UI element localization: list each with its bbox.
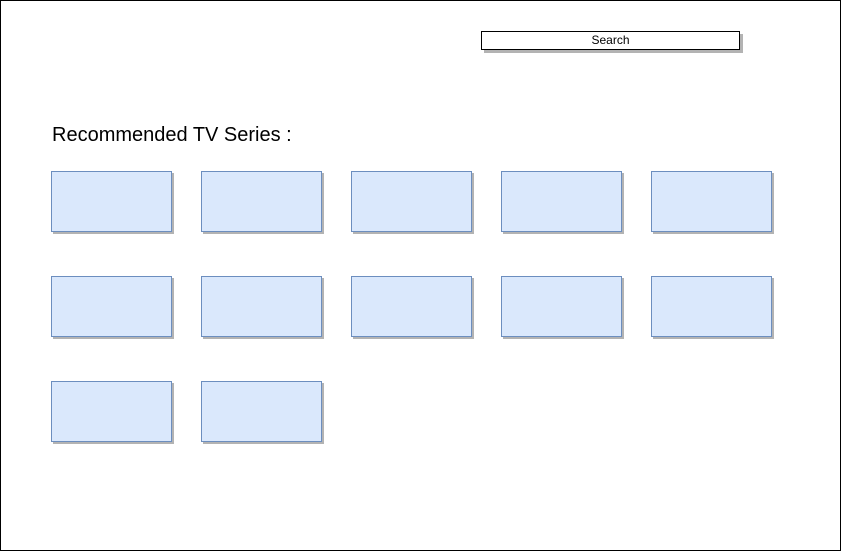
series-card[interactable]	[651, 276, 772, 337]
series-card[interactable]	[51, 276, 172, 337]
series-grid	[51, 171, 776, 442]
series-card[interactable]	[651, 171, 772, 232]
app-frame: Search Recommended TV Series :	[0, 0, 841, 551]
series-card[interactable]	[201, 381, 322, 442]
search-button[interactable]: Search	[481, 31, 740, 50]
series-card[interactable]	[501, 171, 622, 232]
series-card[interactable]	[351, 276, 472, 337]
series-card[interactable]	[201, 171, 322, 232]
series-card[interactable]	[501, 276, 622, 337]
series-card[interactable]	[51, 381, 172, 442]
section-title: Recommended TV Series :	[52, 124, 292, 146]
series-card[interactable]	[51, 171, 172, 232]
series-card[interactable]	[351, 171, 472, 232]
series-card[interactable]	[201, 276, 322, 337]
